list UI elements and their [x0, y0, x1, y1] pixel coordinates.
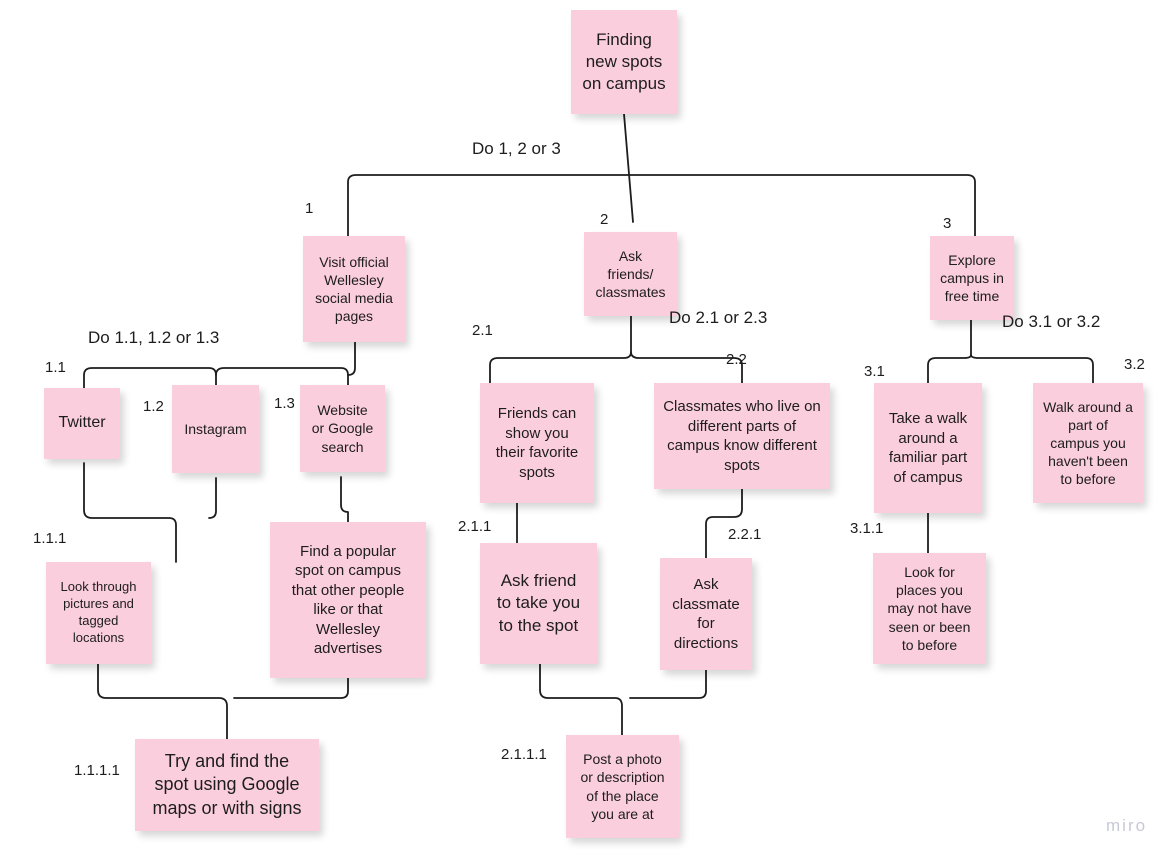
node-id-2: 2 [600, 211, 609, 228]
sticky-note-1[interactable]: Visit official Wellesley social media pa… [303, 236, 405, 342]
node-id-2-1: 2.1 [472, 322, 493, 339]
edge-13-down [340, 476, 349, 523]
sticky-note-3-1-1[interactable]: Look for places you may not have seen or… [873, 553, 986, 664]
sticky-note-1-2[interactable]: Instagram [172, 385, 259, 473]
node-id-3: 3 [943, 215, 952, 232]
node-id-1-1: 1.1 [45, 359, 66, 376]
miro-board-canvas[interactable]: Finding new spots on campus Do 1, 2 or 3… [0, 0, 1168, 856]
edge-221-down [629, 669, 707, 699]
sticky-note-1-1[interactable]: Twitter [44, 388, 120, 459]
sticky-note-find-popular-spot[interactable]: Find a popular spot on campus that other… [270, 522, 426, 678]
edge-merge-bottom-mid [539, 663, 623, 736]
node-id-2-2: 2.2 [726, 351, 747, 368]
plan-label-2: Do 2.1 or 2.3 [669, 308, 768, 327]
plan-label-root: Do 1, 2 or 3 [472, 139, 561, 158]
node-id-2-1-1-1: 2.1.1.1 [501, 746, 547, 763]
sticky-note-1-3[interactable]: Website or Google search [300, 385, 385, 472]
edge-merge-bottom-left [97, 663, 228, 740]
sticky-note-2-1[interactable]: Friends can show you their favorite spot… [480, 383, 594, 503]
sticky-note-root[interactable]: Finding new spots on campus [571, 10, 677, 114]
node-id-3-1-1: 3.1.1 [850, 520, 884, 537]
edge-root-stem [623, 113, 634, 223]
node-id-1-3: 1.3 [274, 395, 295, 412]
sticky-note-2-1-1-1[interactable]: Post a photo or description of the place… [566, 735, 679, 838]
edge-n1-stem [347, 341, 356, 376]
plan-label-1: Do 1.1, 1.2 or 1.3 [88, 328, 220, 347]
plan-label-3: Do 3.1 or 3.2 [1002, 312, 1101, 331]
edge-n2-bus [489, 351, 743, 384]
node-id-1: 1 [305, 200, 314, 217]
edge-findpopular-down [233, 677, 349, 699]
node-id-1-1-1-1: 1.1.1.1 [74, 762, 120, 779]
edge-root-bus [347, 174, 976, 237]
edge-n3-bus [927, 354, 1094, 384]
sticky-note-2-1-1[interactable]: Ask friend to take you to the spot [480, 543, 597, 664]
sticky-note-2-2-1[interactable]: Ask classmate for directions [660, 558, 752, 670]
edge-n1-bus-right [215, 367, 349, 387]
node-id-2-1-1: 2.1.1 [458, 518, 492, 535]
sticky-note-3-1[interactable]: Take a walk around a familiar part of ca… [874, 383, 982, 513]
node-id-2-2-1: 2.2.1 [728, 526, 762, 543]
node-id-1-2: 1.2 [143, 398, 164, 415]
sticky-note-2-2[interactable]: Classmates who live on different parts o… [654, 383, 830, 489]
sticky-note-3[interactable]: Explore campus in free time [930, 236, 1014, 320]
miro-watermark: miro [1106, 816, 1148, 835]
edge-merge-11-12 [83, 462, 177, 563]
node-id-1-1-1: 1.1.1 [33, 530, 67, 547]
edge-22-down [705, 488, 743, 559]
sticky-note-2[interactable]: Ask friends/ classmates [584, 232, 677, 316]
node-id-3-1: 3.1 [864, 363, 885, 380]
node-id-3-2: 3.2 [1124, 356, 1145, 373]
sticky-note-3-2[interactable]: Walk around a part of campus you haven't… [1033, 383, 1143, 503]
sticky-note-1-1-1-1[interactable]: Try and find the spot using Google maps … [135, 739, 319, 831]
edge-12-down [208, 477, 217, 519]
sticky-note-1-1-1[interactable]: Look through pictures and tagged locatio… [46, 562, 151, 664]
